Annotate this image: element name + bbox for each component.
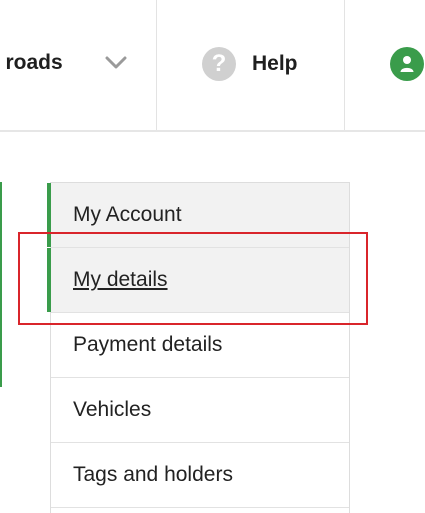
roads-dropdown[interactable]: ll roads <box>0 0 157 130</box>
top-header: ll roads ? Help <box>0 0 425 132</box>
nav-item-my-account[interactable]: My Account <box>47 183 349 248</box>
nav-item-vehicles[interactable]: Vehicles <box>51 378 349 443</box>
nav-item-label: Payment details <box>73 333 223 356</box>
help-link[interactable]: ? Help <box>157 0 345 130</box>
help-label: Help <box>252 52 298 75</box>
account-menu[interactable] <box>345 0 425 130</box>
nav-item-label: Tags and holders <box>73 463 233 486</box>
nav-item-my-details[interactable]: My details <box>47 248 349 313</box>
nav-item-payment-details[interactable]: Payment details <box>51 313 349 378</box>
roads-dropdown-label: ll roads <box>0 51 63 74</box>
help-icon: ? <box>202 47 236 81</box>
user-avatar-icon <box>390 47 424 81</box>
nav-item-tags-and-holders[interactable]: Tags and holders <box>51 443 349 508</box>
chevron-down-icon <box>105 56 127 69</box>
nav-item-label: My Account <box>73 203 182 226</box>
nav-item-label: Vehicles <box>73 398 152 421</box>
account-sidebar-nav: My Account My details Payment details Ve… <box>47 182 350 513</box>
left-edge-accent <box>0 182 2 387</box>
page: ll roads ? Help My Account My details <box>0 0 425 513</box>
nav-item-label: My details <box>73 268 168 291</box>
